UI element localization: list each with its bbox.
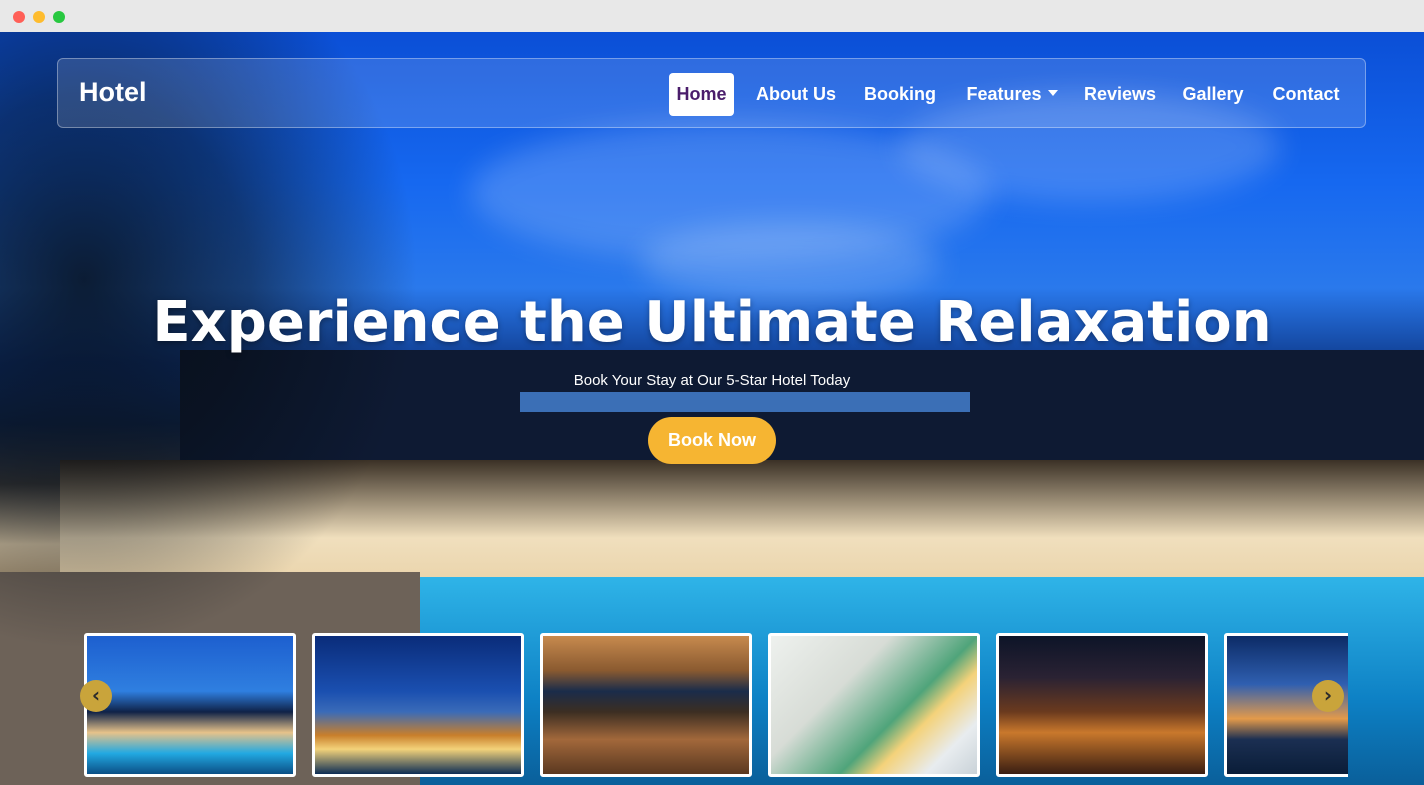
window-titlebar xyxy=(0,0,1424,32)
thumbnail-image xyxy=(315,636,521,774)
thumbnail-image xyxy=(87,636,293,774)
thumbnail-image xyxy=(771,636,977,774)
palm-trees-thumbnail[interactable] xyxy=(312,633,524,777)
minimize-window-icon[interactable] xyxy=(33,11,45,23)
maximize-window-icon[interactable] xyxy=(53,11,65,23)
brand-logo[interactable]: Hotel xyxy=(79,77,147,108)
nav-about-us[interactable]: About Us xyxy=(751,73,841,116)
thumbnail-image xyxy=(543,636,749,774)
main-navbar: Hotel Home About Us Booking Features Rev… xyxy=(57,58,1366,128)
nav-home[interactable]: Home xyxy=(669,73,734,116)
thumbnail-image xyxy=(999,636,1205,774)
carousel-next-button[interactable]: › xyxy=(1312,680,1344,712)
pool-night-thumbnail[interactable] xyxy=(84,633,296,777)
breakfast-bed-thumbnail[interactable] xyxy=(768,633,980,777)
gallery-carousel xyxy=(84,633,1348,777)
nav-reviews[interactable]: Reviews xyxy=(1082,73,1158,116)
nav-gallery[interactable]: Gallery xyxy=(1177,73,1249,116)
book-now-button[interactable]: Book Now xyxy=(648,417,776,464)
chevron-left-icon: ‹ xyxy=(91,683,101,707)
chevron-right-icon: › xyxy=(1323,683,1333,707)
hotel-roof-trim-image xyxy=(520,392,970,412)
hero-headline: Experience the Ultimate Relaxation xyxy=(152,290,1272,355)
hero-subheadline: Book Your Stay at Our 5-Star Hotel Today xyxy=(573,372,851,389)
carousel-prev-button[interactable]: ‹ xyxy=(80,680,112,712)
caret-down-icon xyxy=(1047,90,1058,97)
nav-contact[interactable]: Contact xyxy=(1266,73,1346,116)
close-window-icon[interactable] xyxy=(13,11,25,23)
nav-features-label: Features xyxy=(966,84,1042,104)
nav-features[interactable]: Features xyxy=(960,73,1064,116)
hero-section: Hotel Home About Us Booking Features Rev… xyxy=(0,32,1424,785)
terrace-dining-thumbnail[interactable] xyxy=(996,633,1208,777)
nav-booking[interactable]: Booking xyxy=(859,73,941,116)
lounge-cabana-thumbnail[interactable] xyxy=(540,633,752,777)
